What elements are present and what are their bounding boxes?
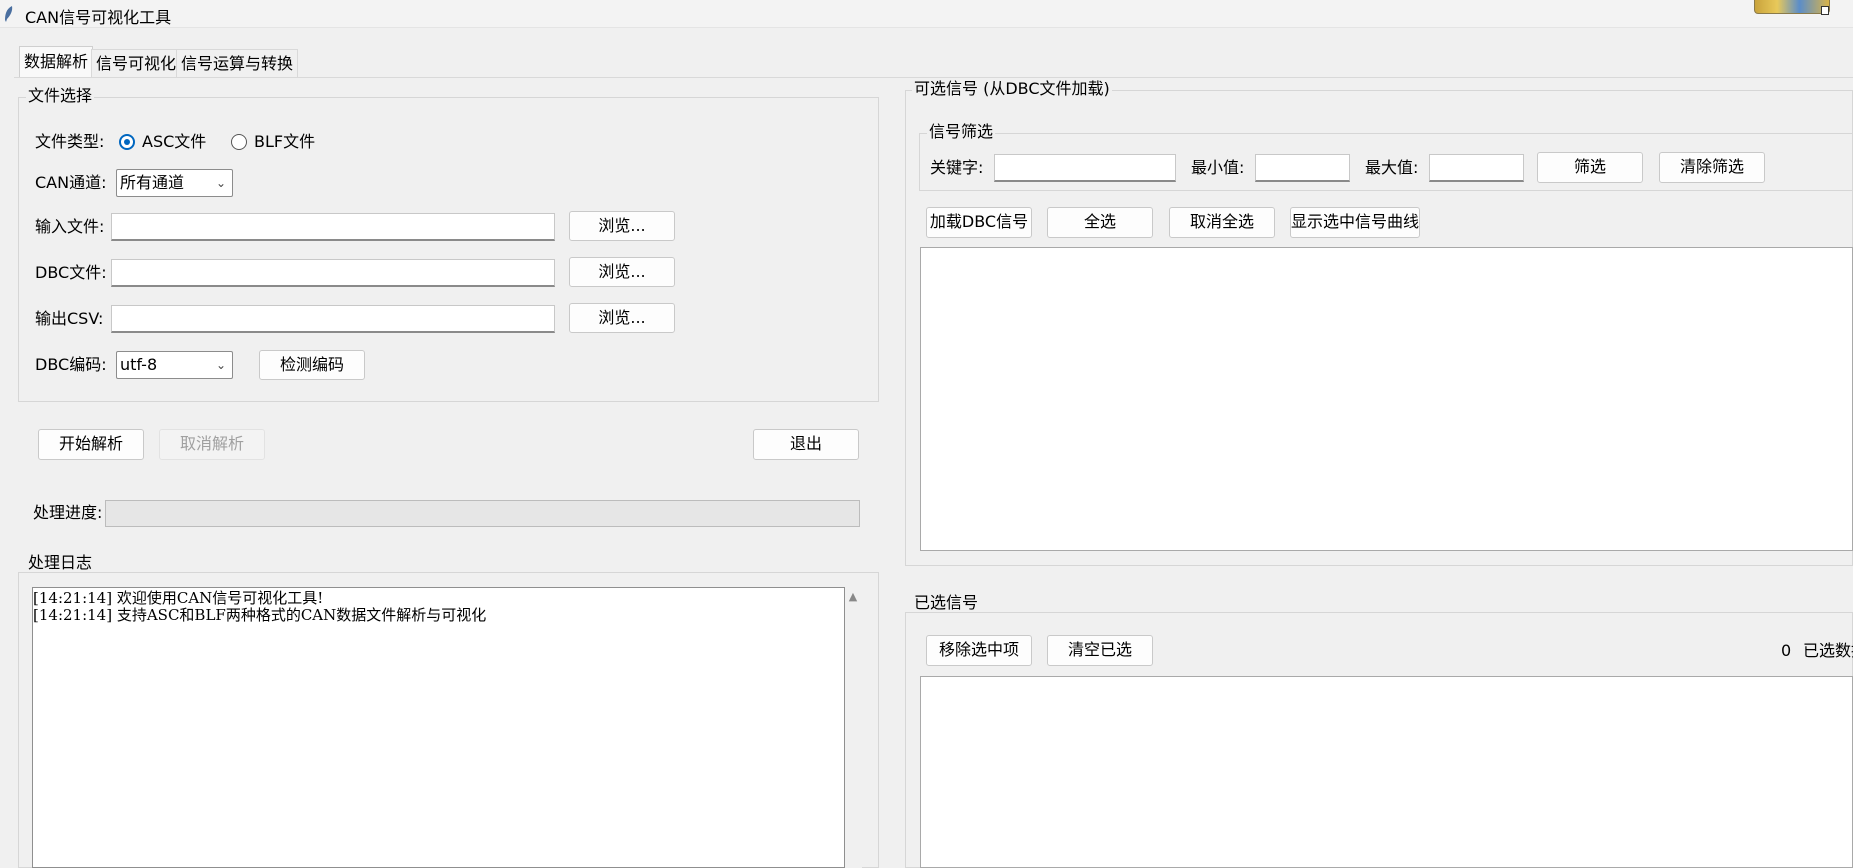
radio-blf[interactable] xyxy=(231,134,247,150)
log-scrollbar[interactable] xyxy=(845,587,862,868)
selected-signals-title: 已选信号 xyxy=(912,593,981,612)
signal-filter-title: 信号筛选 xyxy=(927,122,996,141)
show-selected-curves-button[interactable]: 显示选中信号曲线 xyxy=(1290,207,1420,238)
browse-dbc-button[interactable]: 浏览... xyxy=(569,257,675,287)
exit-button[interactable]: 退出 xyxy=(753,429,859,460)
browse-input-button[interactable]: 浏览... xyxy=(569,211,675,241)
tab-signal-visualization[interactable]: 信号可视化 xyxy=(91,49,182,77)
title-bar xyxy=(0,0,1853,28)
tab-signal-calc-convert[interactable]: 信号运算与转换 xyxy=(176,49,299,77)
can-channel-label: CAN通道: xyxy=(35,173,107,192)
dbc-encoding-label: DBC编码: xyxy=(35,355,107,374)
min-value-field[interactable] xyxy=(1255,154,1350,182)
load-dbc-signals-button[interactable]: 加载DBC信号 xyxy=(926,207,1032,238)
radio-asc-label: ASC文件 xyxy=(142,132,207,151)
log-textbox[interactable] xyxy=(32,587,845,868)
dbc-encoding-combo[interactable]: utf-8 ⌄ xyxy=(116,351,233,379)
detect-encoding-button[interactable]: 检测编码 xyxy=(259,350,365,380)
output-csv-field[interactable] xyxy=(111,305,555,333)
available-signals-list[interactable] xyxy=(920,247,1853,551)
log-title: 处理日志 xyxy=(26,553,95,572)
restore-window-icon[interactable] xyxy=(1821,6,1829,15)
radio-asc[interactable] xyxy=(119,134,135,150)
max-value-field[interactable] xyxy=(1429,154,1524,182)
chevron-down-icon: ⌄ xyxy=(215,358,226,372)
window-title: CAN信号可视化工具 xyxy=(25,8,172,27)
input-file-label: 输入文件: xyxy=(35,217,105,236)
available-signals-title: 可选信号 (从DBC文件加载) xyxy=(912,79,1112,98)
progress-bar xyxy=(105,500,860,527)
deselect-all-button[interactable]: 取消全选 xyxy=(1169,207,1275,238)
cancel-parse-button[interactable]: 取消解析 xyxy=(159,429,265,460)
remove-selected-button[interactable]: 移除选中项 xyxy=(926,635,1032,666)
selected-signals-list[interactable] xyxy=(920,676,1853,868)
browse-output-button[interactable]: 浏览... xyxy=(569,303,675,333)
clear-selected-button[interactable]: 清空已选 xyxy=(1047,635,1153,666)
max-value-label: 最大值: xyxy=(1365,158,1419,177)
filter-button[interactable]: 筛选 xyxy=(1537,152,1643,183)
dbc-file-label: DBC文件: xyxy=(35,263,107,282)
tab-data-parse[interactable]: 数据解析 xyxy=(19,46,94,78)
output-csv-label: 输出CSV: xyxy=(35,309,104,328)
chevron-down-icon: ⌄ xyxy=(215,176,226,190)
input-file-field[interactable] xyxy=(111,213,555,241)
dbc-encoding-value: utf-8 xyxy=(120,355,158,374)
selected-count-label: 已选数据 xyxy=(1803,641,1853,660)
feather-icon xyxy=(5,6,13,22)
selected-count: 0 xyxy=(1781,641,1792,660)
can-channel-combo[interactable]: 所有通道 ⌄ xyxy=(116,169,233,197)
select-all-button[interactable]: 全选 xyxy=(1047,207,1153,238)
start-parse-button[interactable]: 开始解析 xyxy=(38,429,144,460)
taskbar-thumbnail-icon[interactable] xyxy=(1754,0,1830,14)
file-type-label: 文件类型: xyxy=(35,132,105,151)
min-value-label: 最小值: xyxy=(1191,158,1245,177)
scroll-up-arrow-icon[interactable]: ▲ xyxy=(847,591,859,602)
file-select-title: 文件选择 xyxy=(26,86,95,105)
keyword-field[interactable] xyxy=(994,154,1176,182)
clear-filter-button[interactable]: 清除筛选 xyxy=(1659,152,1765,183)
log-line: [14:21:14] 支持ASC和BLF两种格式的CAN数据文件解析与可视化 xyxy=(33,606,487,624)
radio-blf-label: BLF文件 xyxy=(254,132,316,151)
can-channel-value: 所有通道 xyxy=(120,173,185,192)
dbc-file-field[interactable] xyxy=(111,259,555,287)
progress-label: 处理进度: xyxy=(33,503,103,522)
log-content: [14:21:14] 欢迎使用CAN信号可视化工具! [14:21:14] 支持A… xyxy=(33,590,833,624)
log-line: [14:21:14] 欢迎使用CAN信号可视化工具! xyxy=(33,589,324,607)
keyword-label: 关键字: xyxy=(930,158,984,177)
